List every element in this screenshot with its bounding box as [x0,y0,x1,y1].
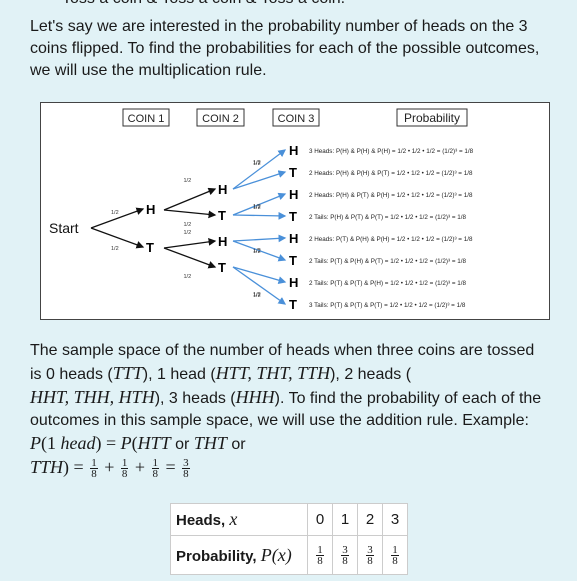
fraction: 18 [151,457,159,481]
header-probability: Probability [404,111,460,125]
branch-arrow [232,149,287,190]
p-cell: 18 [382,535,408,575]
probability-row: 2 Heads: P(H) & P(H) & P(T) = 1/2 • 1/2 … [309,170,473,177]
branch-probability-label: 1/2 [253,205,261,211]
probability-row: 2 Tails: P(H) & P(T) & P(T) = 1/2 • 1/2 … [309,214,467,221]
math: TTH [30,457,64,477]
math: + [130,457,150,477]
branch-probability-label: 1/2 [111,210,119,216]
coin2-outcome: H [218,182,227,197]
branch-probability-label: 1/2 [184,274,192,280]
coin3-outcome: T [289,297,297,312]
x-cell: 0 [307,503,333,536]
header-coin-1: COIN 1 [128,113,165,125]
table-row: Probability, P(x) 18 38 38 18 [170,535,408,575]
math: HTT [137,433,171,453]
math: HHT, THH, HTH [30,387,155,407]
coin2-outcome: T [218,260,226,275]
p-cell: 38 [332,535,358,575]
probability-row: 3 Heads: P(H) & P(H) & P(H) = 1/2 • 1/2 … [309,148,474,155]
cut-off-text: Toss a coin & Toss a coin & Toss a coin. [62,0,345,10]
fraction: 38 [182,457,190,481]
branch-arrow [232,234,287,243]
coin2-outcome: T [218,208,226,223]
branch-arrow [232,211,287,220]
math: = [161,457,181,477]
math: P [30,433,41,453]
math: head [60,433,96,453]
branch-arrow [163,238,217,249]
branch-probability-label: 1/2 [111,246,119,252]
math: ) = [63,457,89,477]
x-cell: 1 [332,503,358,536]
probability-row: 3 Tails: P(T) & P(T) & P(T) = 1/2 • 1/2 … [309,302,466,309]
math: + [99,457,119,477]
text: ), 1 head ( [142,366,216,383]
math: TTT [112,363,143,383]
math: P [120,433,132,453]
math: (1 [41,433,61,453]
text: or [175,436,190,453]
math: ) = [95,433,121,453]
branch-probability-label: 1/2 [184,222,192,228]
branch-probability-label: 1/2 [253,161,261,167]
x-cell: 2 [357,503,383,536]
math: THT [193,433,227,453]
math: HHH [235,387,275,407]
start-label: Start [49,220,79,236]
coin2-outcome: H [218,234,227,249]
branch-probability-label: 1/2 [253,249,261,255]
branch-arrow [163,209,217,219]
heads-label: Heads, x [170,503,308,536]
branch-arrow [163,187,217,211]
branch-probability-label: 1/2 [184,178,192,184]
branch-probability-label: 1/2 [253,293,261,299]
probability-row: 2 Heads: P(H) & P(T) & P(H) = 1/2 • 1/2 … [309,192,473,199]
text: ), 3 heads ( [154,390,236,407]
coin1-outcome: T [146,240,154,255]
probability-label: Probability, P(x) [170,535,308,575]
intro-paragraph: Let's say we are interested in the proba… [30,18,540,79]
branch-probability-label: 1/2 [184,230,192,236]
text: or [231,436,246,453]
branch-arrow [232,170,287,190]
fraction: 18 [90,457,98,481]
coin3-outcome: T [289,165,297,180]
probability-row: 2 Tails: P(T) & P(T) & P(H) = 1/2 • 1/2 … [309,280,467,287]
p-cell: 18 [307,535,333,575]
branch-arrow [163,247,217,269]
x-cell: 3 [382,503,408,536]
table-row: Heads, x 0 1 2 3 [170,503,408,536]
coin3-outcome: T [289,209,297,224]
coin3-outcome: H [289,143,298,158]
fraction: 18 [120,457,129,481]
header-coin-2: COIN 2 [202,113,239,125]
header-coin-3: COIN 3 [278,113,315,125]
probability-row: 2 Tails: P(T) & P(H) & P(T) = 1/2 • 1/2 … [309,258,467,265]
coin3-outcome: H [289,187,298,202]
coin3-outcome: H [289,231,298,246]
probability-table: Heads, x 0 1 2 3 Probability, P(x) 18 38… [170,503,408,575]
branch-arrow [232,266,287,284]
coin1-outcome: H [146,202,155,217]
probability-row: 2 Heads: P(T) & P(H) & P(H) = 1/2 • 1/2 … [309,236,473,243]
branch-arrow [90,227,145,249]
coin3-outcome: T [289,253,297,268]
coin3-outcome: H [289,275,298,290]
text: ), 2 heads ( [330,366,412,383]
math: HTT, THT, TTH [215,363,331,383]
sample-space-paragraph: The sample space of the number of heads … [30,340,550,480]
p-cell: 38 [357,535,383,575]
tree-diagram: COIN 1 COIN 2 COIN 3 Probability Start 1/2 H 1/… [40,102,550,320]
